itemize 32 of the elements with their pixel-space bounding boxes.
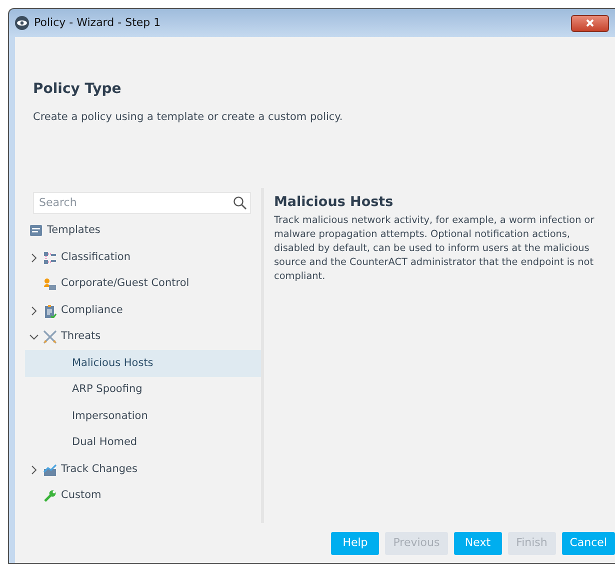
detail-title: Malicious Hosts [274,192,394,212]
chevron-right-icon[interactable] [29,306,39,316]
chevron-down-icon[interactable] [29,332,39,342]
wrench-icon [43,489,57,503]
search-icon[interactable] [233,196,247,210]
crossed-swords-icon [43,330,57,344]
tree-item[interactable]: ARP Spoofing [25,376,261,404]
tree-item[interactable]: Threats [25,324,261,350]
tree-item[interactable]: Custom [25,482,261,510]
tree-item[interactable]: Malicious Hosts [25,350,261,377]
tree-item[interactable]: Templates [25,218,261,244]
chevron-right-icon[interactable] [29,464,39,474]
tree-item[interactable]: Track Changes [25,456,261,483]
page-subtitle: Create a policy using a template or create a custom policy. [33,110,344,125]
tree-item[interactable]: Dual Homed [25,430,261,456]
close-button[interactable] [571,14,609,32]
close-icon[interactable] [585,18,595,28]
tree-item[interactable]: Classification [25,244,261,271]
app-eye-icon [15,16,29,30]
search-field[interactable]: Search [33,192,251,214]
tree-item[interactable]: Compliance [25,297,261,324]
clipboard-icon [43,304,57,318]
hierarchy-icon [43,250,57,264]
document-icon [29,224,43,238]
tree-item[interactable]: Corporate/Guest Control [25,270,261,298]
chevron-right-icon[interactable] [29,252,39,262]
users-icon [43,277,57,291]
window-title: Policy - Wizard - Step 1 [34,14,161,31]
chart-icon [43,462,57,476]
detail-description: Track malicious network activity, for example, a worm infection or malware propagation attempts. Optional notification actions, disabled by default, can be used to inform users at the malicious source and the CounterACT administrator that the endpoint is not compliant. [274,214,596,284]
tree-item[interactable]: Impersonation [25,403,261,430]
page-title: Policy Type [33,80,122,99]
